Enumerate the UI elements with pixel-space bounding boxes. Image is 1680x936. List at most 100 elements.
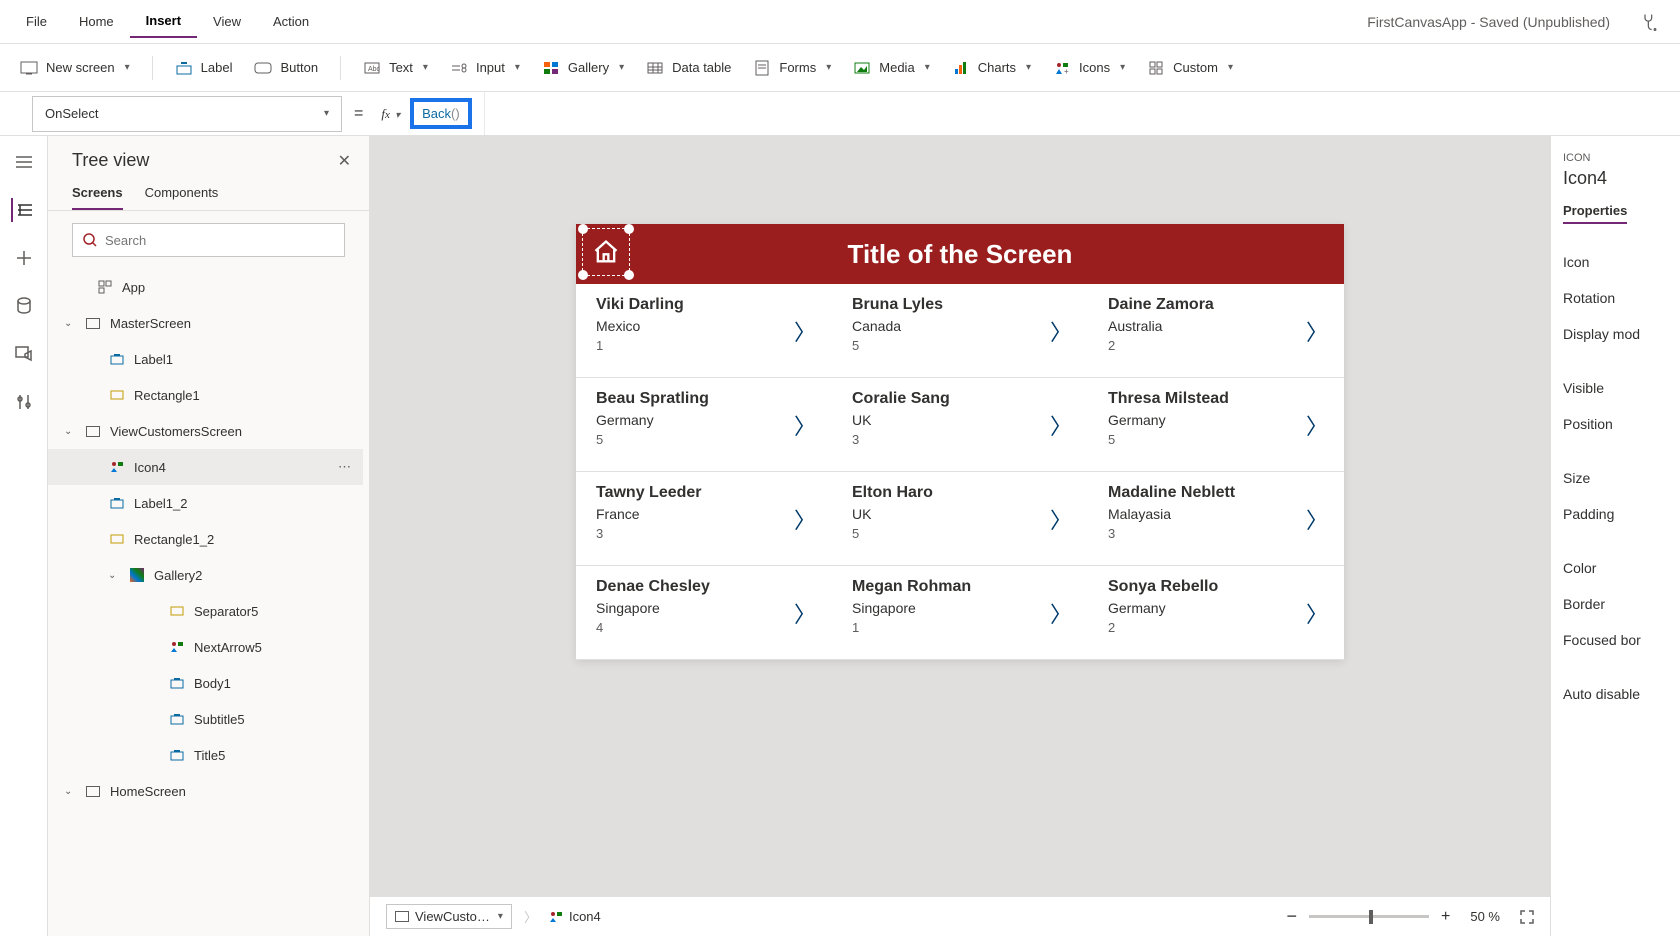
icon-control-icon xyxy=(168,640,186,654)
tree-node-gallery2[interactable]: ⌄ Gallery2 xyxy=(48,557,363,593)
menu-view[interactable]: View xyxy=(197,6,257,37)
breadcrumb-screen[interactable]: ViewCusto…▾ xyxy=(386,904,512,929)
chevron-right-icon[interactable]: 〉 xyxy=(1050,503,1072,535)
tab-screens[interactable]: Screens xyxy=(72,185,123,210)
gallery-item[interactable]: Madaline NeblettMalayasia3〉 xyxy=(1088,472,1344,566)
tree-node-title5[interactable]: Title5 xyxy=(48,737,363,773)
tab-components[interactable]: Components xyxy=(145,185,219,210)
tree-node-masterscreen[interactable]: ⌄ MasterScreen xyxy=(48,305,363,341)
input-dropdown[interactable]: Input▾ xyxy=(450,59,520,77)
gallery-item[interactable]: Beau SpratlingGermany5〉 xyxy=(576,378,832,472)
chevron-right-icon[interactable]: 〉 xyxy=(1050,315,1072,347)
data-table-button[interactable]: Data table xyxy=(646,59,731,77)
tree-node-nextarrow5[interactable]: NextArrow5 xyxy=(48,629,363,665)
gallery-item[interactable]: Tawny LeederFrance3〉 xyxy=(576,472,832,566)
selected-icon4[interactable] xyxy=(582,228,630,276)
tree-view-icon[interactable] xyxy=(11,198,35,222)
property-selector[interactable]: OnSelect ▾ xyxy=(32,96,342,132)
more-icon[interactable]: ⋯ xyxy=(338,459,351,475)
tree-node-label12[interactable]: Label1_2 xyxy=(48,485,363,521)
chevron-right-icon[interactable]: 〉 xyxy=(794,597,816,629)
tree-node-icon4[interactable]: Icon4 ⋯ xyxy=(48,449,363,485)
tree-node-separator5[interactable]: Separator5 xyxy=(48,593,363,629)
media-rail-icon[interactable] xyxy=(12,342,36,366)
icons-dropdown[interactable]: + Icons▾ xyxy=(1053,59,1125,77)
property-row[interactable]: Display mod xyxy=(1563,316,1668,352)
gallery-item[interactable]: Sonya RebelloGermany2〉 xyxy=(1088,566,1344,660)
item-country: Germany xyxy=(596,412,816,428)
gallery-control[interactable]: Viki DarlingMexico1〉Bruna LylesCanada5〉D… xyxy=(576,284,1344,660)
forms-dropdown[interactable]: Forms▾ xyxy=(753,59,831,77)
search-input[interactable] xyxy=(72,223,345,257)
gallery-dropdown[interactable]: Gallery▾ xyxy=(542,59,624,77)
gallery-item[interactable]: Viki DarlingMexico1〉 xyxy=(576,284,832,378)
property-row[interactable]: Color xyxy=(1563,550,1668,586)
property-row[interactable]: Position xyxy=(1563,406,1668,442)
breadcrumb-control[interactable]: Icon4 xyxy=(549,909,601,924)
button-button[interactable]: Button xyxy=(254,59,318,77)
diagnostics-icon[interactable] xyxy=(1630,12,1670,32)
tools-icon[interactable] xyxy=(12,390,36,414)
charts-dropdown[interactable]: Charts▾ xyxy=(952,59,1031,77)
chevron-right-icon[interactable]: 〉 xyxy=(794,503,816,535)
property-row[interactable]: Focused bor xyxy=(1563,622,1668,658)
fit-icon[interactable] xyxy=(1520,910,1534,924)
chevron-right-icon[interactable]: 〉 xyxy=(794,409,816,441)
chevron-right-icon[interactable]: 〉 xyxy=(1306,409,1328,441)
close-icon[interactable]: ✕ xyxy=(338,151,351,171)
fx-icon[interactable]: fx ▾ xyxy=(375,106,406,122)
tree-node-homescreen[interactable]: ⌄ HomeScreen xyxy=(48,773,363,809)
data-icon[interactable] xyxy=(12,294,36,318)
gallery-item[interactable]: Elton HaroUK5〉 xyxy=(832,472,1088,566)
property-row[interactable]: Icon xyxy=(1563,244,1668,280)
formula-input[interactable]: Back() xyxy=(410,98,472,129)
property-row[interactable]: Rotation xyxy=(1563,280,1668,316)
chevron-right-icon[interactable]: 〉 xyxy=(1306,315,1328,347)
zoom-in-icon[interactable]: + xyxy=(1441,908,1450,926)
item-number: 5 xyxy=(1108,432,1328,447)
new-screen-button[interactable]: New screen▾ xyxy=(20,59,130,77)
zoom-slider[interactable] xyxy=(1309,915,1429,918)
property-row[interactable]: Auto disable xyxy=(1563,676,1668,712)
property-row[interactable]: Border xyxy=(1563,586,1668,622)
add-icon[interactable] xyxy=(12,246,36,270)
tree-node-viewcustomers[interactable]: ⌄ ViewCustomersScreen xyxy=(48,413,363,449)
tree-node-rectangle1[interactable]: Rectangle1 xyxy=(48,377,363,413)
gallery-item[interactable]: Daine ZamoraAustralia2〉 xyxy=(1088,284,1344,378)
menu-home[interactable]: Home xyxy=(63,6,130,37)
custom-dropdown[interactable]: Custom▾ xyxy=(1147,59,1233,77)
device-preview[interactable]: Title of the Screen Viki DarlingMexico1〉… xyxy=(576,224,1344,660)
label-button[interactable]: Label xyxy=(175,59,233,77)
tab-properties[interactable]: Properties xyxy=(1563,203,1627,224)
menu-action[interactable]: Action xyxy=(257,6,325,37)
property-row[interactable]: Padding xyxy=(1563,496,1668,532)
tree-node-subtitle5[interactable]: Subtitle5 xyxy=(48,701,363,737)
tree-node-body1[interactable]: Body1 xyxy=(48,665,363,701)
text-dropdown[interactable]: Abc Text▾ xyxy=(363,59,428,77)
gallery-item[interactable]: Denae ChesleySingapore4〉 xyxy=(576,566,832,660)
chevron-right-icon[interactable]: 〉 xyxy=(1306,503,1328,535)
tree-node-app[interactable]: App xyxy=(48,269,363,305)
hamburger-icon[interactable] xyxy=(12,150,36,174)
gallery-item[interactable]: Coralie SangUK3〉 xyxy=(832,378,1088,472)
menu-file[interactable]: File xyxy=(10,6,63,37)
button-icon xyxy=(254,59,272,77)
tree-node-label1[interactable]: Label1 xyxy=(48,341,363,377)
property-row[interactable]: Visible xyxy=(1563,370,1668,406)
chevron-right-icon[interactable]: 〉 xyxy=(1050,597,1072,629)
table-icon xyxy=(646,59,664,77)
gallery-item[interactable]: Bruna LylesCanada5〉 xyxy=(832,284,1088,378)
chevron-right-icon[interactable]: 〉 xyxy=(1306,597,1328,629)
menu-insert[interactable]: Insert xyxy=(130,5,197,38)
gallery-item[interactable]: Megan RohmanSingapore1〉 xyxy=(832,566,1088,660)
media-dropdown[interactable]: Media▾ xyxy=(853,59,929,77)
tree-title: Tree view xyxy=(72,150,149,171)
item-country: Germany xyxy=(1108,412,1328,428)
chevron-right-icon[interactable]: 〉 xyxy=(1050,409,1072,441)
gallery-item[interactable]: Thresa MilsteadGermany5〉 xyxy=(1088,378,1344,472)
zoom-out-icon[interactable]: − xyxy=(1287,906,1298,927)
chevron-right-icon[interactable]: 〉 xyxy=(794,315,816,347)
tree-node-rectangle12[interactable]: Rectangle1_2 xyxy=(48,521,363,557)
control-name[interactable]: Icon4 xyxy=(1563,168,1668,189)
property-row[interactable]: Size xyxy=(1563,460,1668,496)
